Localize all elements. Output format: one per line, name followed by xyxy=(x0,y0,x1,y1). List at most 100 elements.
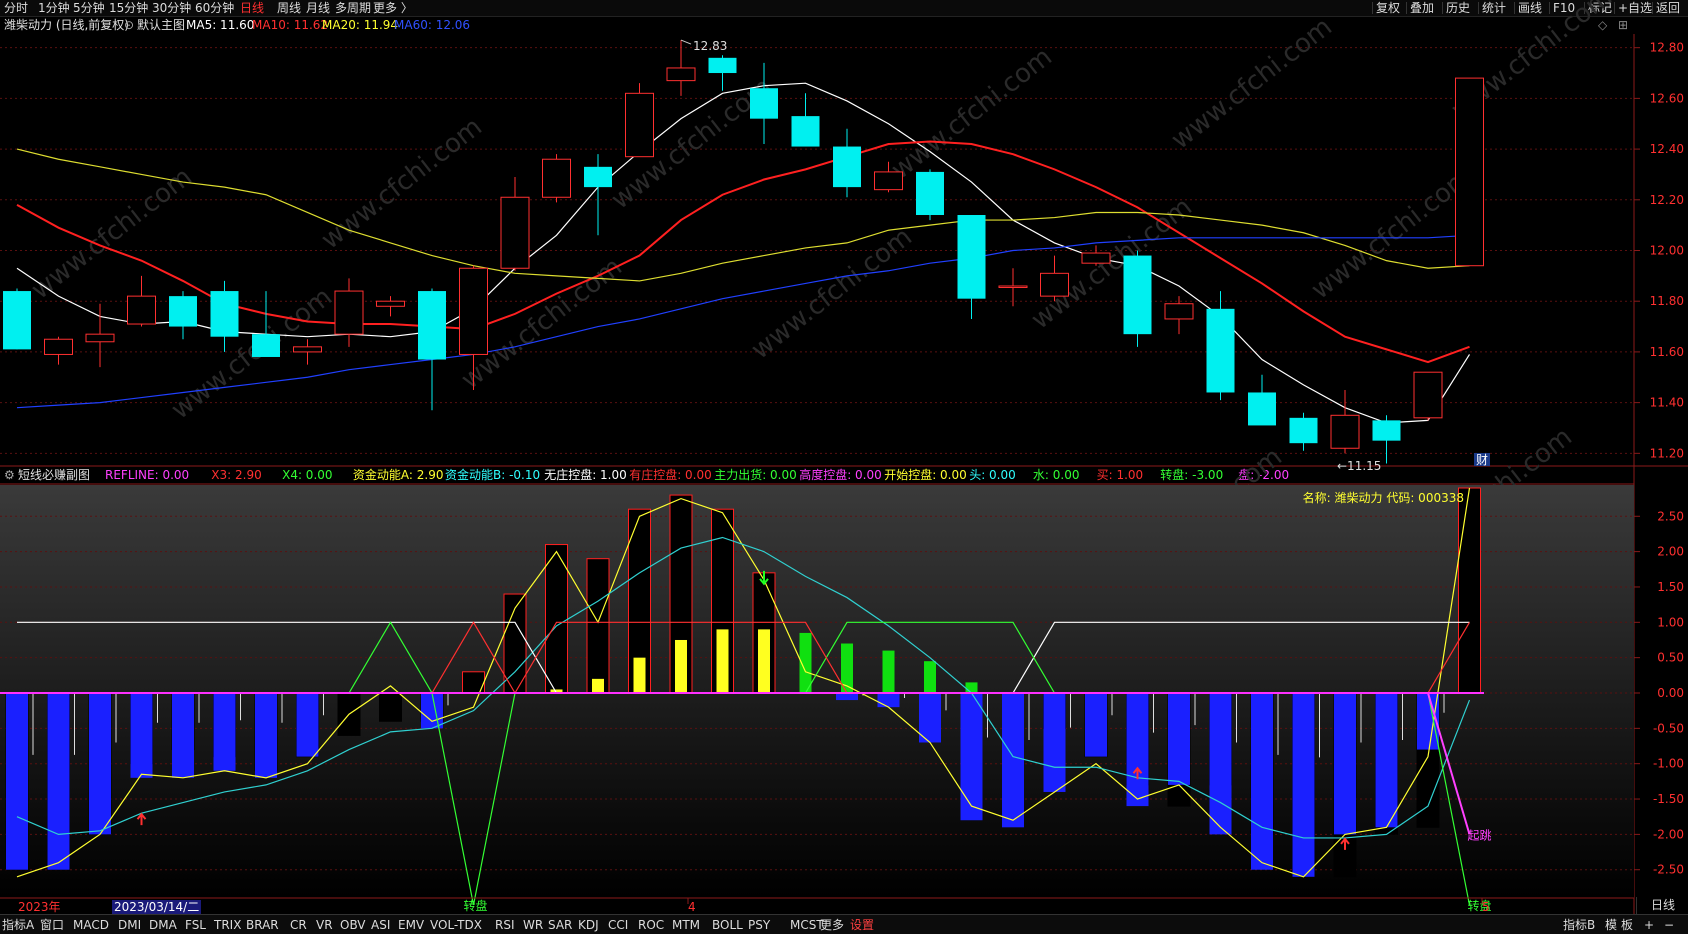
candle-body-up xyxy=(127,295,156,325)
price-and-indicator-charts[interactable]: 12.80 12.60 12.40 12.20 12.00 11.80 11.60 11.40… xyxy=(0,0,1688,914)
candle-body-up xyxy=(334,290,364,335)
indicator-tab-24[interactable]: 更多 xyxy=(820,917,844,933)
blue-momentum-bar xyxy=(1375,693,1398,828)
watermark-text: www.cfchi.com xyxy=(1306,162,1478,306)
candle-body-down xyxy=(210,291,239,337)
blue-momentum-bar xyxy=(1251,693,1273,870)
watermark-text: www.cfchi.com xyxy=(316,112,488,256)
indicator-tab-3[interactable]: DMI xyxy=(118,917,141,933)
bottom-right-control-1[interactable]: 模 xyxy=(1605,917,1617,933)
sub-tick-label: 1.00 xyxy=(1657,615,1684,629)
sub-tick-label: -1.00 xyxy=(1653,757,1684,771)
indicator-tab-7[interactable]: BRAR xyxy=(246,917,279,933)
indicator-tabs-bar: 指标A 窗口 MACD DMI DMA FSL TRIX BRAR CR VR OBV ASI EMV V… xyxy=(0,914,1688,934)
candle-body-up xyxy=(44,338,73,355)
blue-momentum-bar xyxy=(6,693,28,870)
indicator-tab-15[interactable]: WR xyxy=(523,917,543,933)
candle-body-down xyxy=(750,88,778,119)
candle-body-down xyxy=(418,291,446,360)
ma-line-ma20 xyxy=(16,148,1470,282)
price-tick-label: 12.00 xyxy=(1650,244,1684,258)
sub-tick-label: 2.50 xyxy=(1657,509,1684,523)
candle-body-up xyxy=(874,171,903,191)
bottom-right-control-0[interactable]: 指标B xyxy=(1563,917,1595,933)
indicator-tab-12[interactable]: EMV xyxy=(398,917,424,933)
bottom-right-control-4[interactable]: − xyxy=(1664,917,1674,933)
month-label-4: 4 xyxy=(688,900,696,914)
indicator-tab-23[interactable]: MCST xyxy=(790,917,824,933)
blue-momentum-bar xyxy=(1209,693,1232,835)
candle-body-down xyxy=(957,215,986,299)
yellow-fund-bar xyxy=(592,678,604,693)
indicator-tab-6[interactable]: TRIX xyxy=(214,917,241,933)
sub-tick-label: -0.50 xyxy=(1653,721,1684,735)
indicator-tab-8[interactable]: CR xyxy=(290,917,307,933)
indicator-tab-14[interactable]: RSI xyxy=(495,917,515,933)
yellow-fund-bar xyxy=(758,629,770,693)
candle-body-down xyxy=(252,334,280,357)
watermark-text: www.cfchi.com xyxy=(26,162,198,306)
bottom-right-control-2[interactable]: 板 xyxy=(1621,917,1633,933)
sub-tick-label: 0.50 xyxy=(1657,651,1684,665)
indicator-tab-2[interactable]: MACD xyxy=(73,917,109,933)
price-tick-label: 12.80 xyxy=(1650,41,1684,55)
indicator-tab-9[interactable]: VR xyxy=(316,917,333,933)
indicator-tab-20[interactable]: MTM xyxy=(672,917,700,933)
indicator-tab-21[interactable]: BOLL xyxy=(712,917,743,933)
candle-body-up xyxy=(1040,272,1069,297)
blue-momentum-bar xyxy=(89,693,111,835)
high-marker-arrow xyxy=(680,39,692,45)
candle-body-up xyxy=(1455,77,1484,267)
indicator-tab-4[interactable]: DMA xyxy=(149,917,177,933)
sub-tick-label: -2.50 xyxy=(1653,863,1684,877)
indicator-tab-25[interactable]: 设置 xyxy=(850,917,874,933)
candle-body-down xyxy=(708,57,737,74)
indicator-tab-11[interactable]: ASI xyxy=(371,917,390,933)
sub-tick-label: -1.50 xyxy=(1653,792,1684,806)
candle-body-up xyxy=(1164,303,1194,320)
indicator-tab-22[interactable]: PSY xyxy=(748,917,770,933)
price-tick-label: 11.60 xyxy=(1650,345,1684,359)
high-price-marker: 12.83 xyxy=(693,39,727,53)
indicator-tab-19[interactable]: ROC xyxy=(638,917,664,933)
candle-body-up xyxy=(1413,371,1443,419)
year-label: 2023年 xyxy=(18,900,61,914)
candle-body-down xyxy=(169,296,197,327)
blue-momentum-bar xyxy=(255,693,277,778)
sub-tick-label: 0.00 xyxy=(1657,686,1684,700)
candle-body-down xyxy=(1372,420,1401,441)
candle-body-up xyxy=(666,67,696,82)
candle-body-down xyxy=(1123,255,1152,335)
indicator-tab-17[interactable]: KDJ xyxy=(578,917,599,933)
watermark-text: www.cfchi.com xyxy=(1166,12,1338,156)
bottom-right-control-3[interactable]: + xyxy=(1644,917,1654,933)
blue-momentum-bar xyxy=(47,693,70,870)
price-tick-label: 11.40 xyxy=(1650,396,1684,410)
blue-momentum-bar xyxy=(421,693,443,729)
indicator-tab-13[interactable]: VOL-TDX xyxy=(430,917,482,933)
cursor-date-label: 2023/03/14/二 xyxy=(112,900,202,914)
indicator-tab-1[interactable]: 窗口 xyxy=(40,917,64,933)
indicator-tab-10[interactable]: OBV xyxy=(340,917,366,933)
candle-body-down xyxy=(791,116,820,147)
indicator-tab-5[interactable]: FSL xyxy=(185,917,206,933)
candle-body-down xyxy=(833,146,861,188)
blue-momentum-bar xyxy=(960,693,983,821)
candle-body-up xyxy=(500,196,530,269)
period-tag: 日线 xyxy=(1636,897,1688,914)
indicator-tab-0[interactable]: 指标A xyxy=(2,917,34,933)
blue-momentum-bar xyxy=(1043,693,1066,792)
sub-tick-label: -2.00 xyxy=(1653,827,1684,841)
candle-body-up xyxy=(625,92,654,158)
blue-momentum-bar xyxy=(1168,693,1190,785)
sub-tick-label: 1.50 xyxy=(1657,580,1684,594)
blue-momentum-bar xyxy=(130,693,153,778)
candle-body-up xyxy=(998,285,1028,288)
candle-body-down xyxy=(916,171,944,216)
indicator-tab-18[interactable]: CCI xyxy=(608,917,628,933)
green-outflow-bar xyxy=(882,650,895,693)
indicator-tab-16[interactable]: SAR xyxy=(548,917,572,933)
watermark-text: www.cfchi.com xyxy=(886,42,1058,186)
zhuanpan-annotation: 转盘 xyxy=(464,898,488,913)
candle-body-down xyxy=(584,166,612,188)
